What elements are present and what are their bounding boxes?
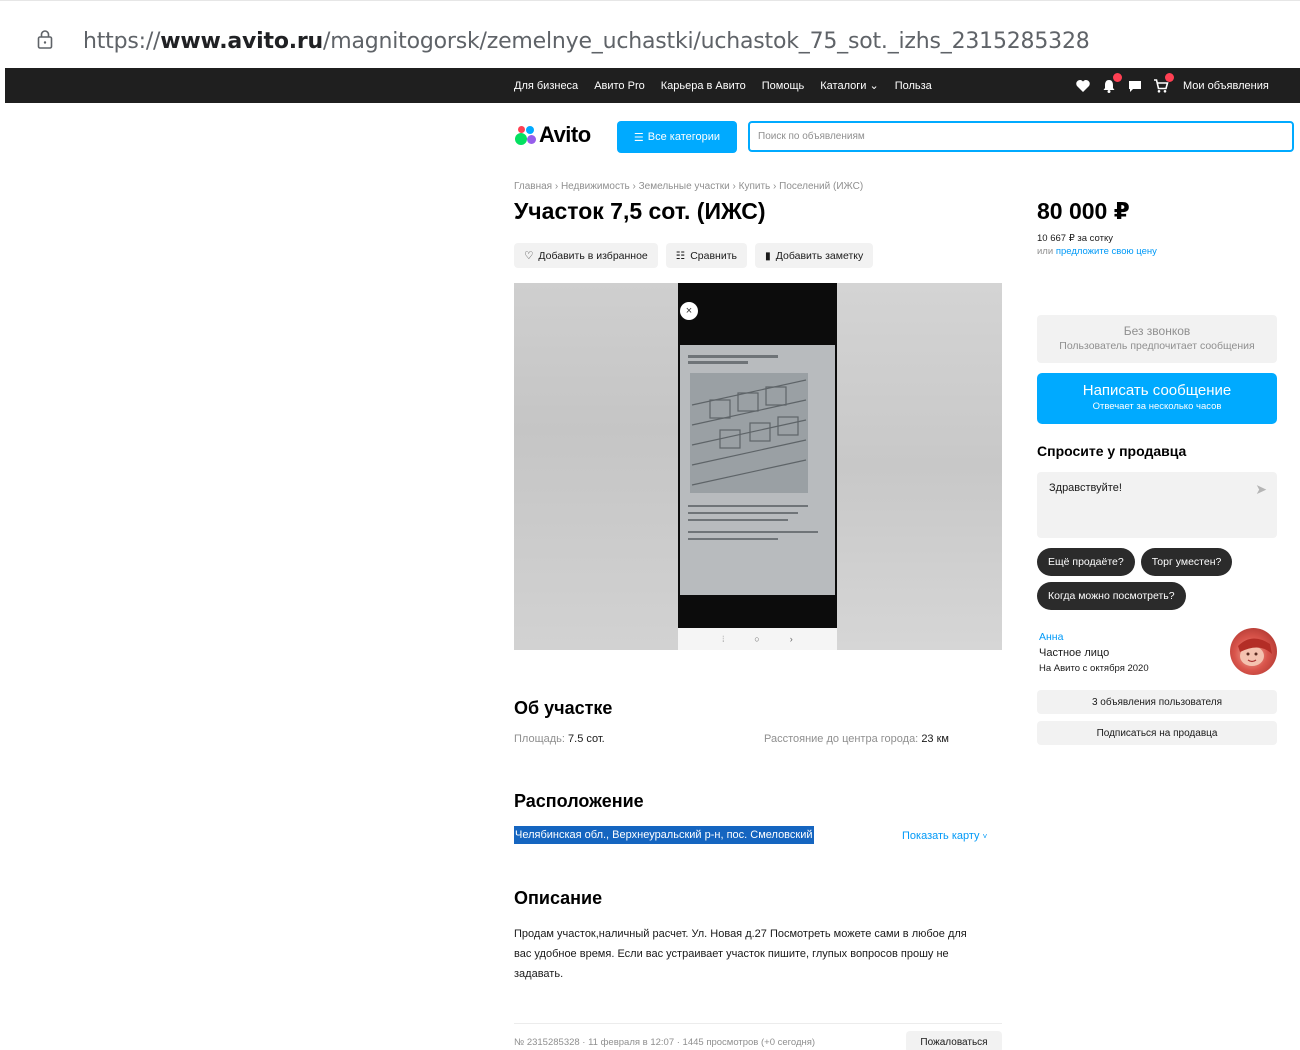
cart-badge — [1165, 72, 1174, 82]
cart-icon[interactable] — [1153, 72, 1174, 94]
avito-logo[interactable]: Avito — [514, 122, 591, 148]
message-input[interactable]: Здравствуйте! ➤ — [1037, 472, 1277, 538]
avatar[interactable] — [1230, 628, 1277, 675]
ask-seller-heading: Спросите у продавца — [1037, 443, 1187, 459]
chevron-down-icon: ⌄ — [869, 80, 879, 92]
recent-apps-icon: ⦙ — [722, 633, 725, 644]
close-icon[interactable]: × — [680, 302, 698, 320]
param-area-label: Площадь: — [514, 733, 565, 745]
compare-button[interactable]: ☷ Сравнить — [665, 243, 747, 268]
my-ads-link[interactable]: Мои объявления — [1183, 80, 1269, 92]
gallery-blur-left — [514, 283, 678, 650]
offer-prefix: или — [1037, 246, 1054, 257]
browser-address-bar: https://www.avito.ru/magnitogorsk/zemeln… — [0, 0, 1300, 68]
avatar-image — [1238, 638, 1272, 666]
location-heading: Расположение — [514, 791, 644, 811]
quick-reply-still-selling[interactable]: Ещё продаёте? — [1037, 548, 1135, 576]
top-nav-benefit[interactable]: Польза — [895, 80, 932, 92]
show-map-label: Показать карту — [902, 830, 980, 842]
page-title: Участок 7,5 сот. (ИЖС) — [514, 198, 766, 224]
about-heading: Об участке — [514, 698, 613, 718]
no-calls-notice: Без звонков Пользователь предпочитает со… — [1037, 315, 1277, 363]
top-nav-links: Для бизнеса Авито Pro Карьера в Авито По… — [514, 68, 932, 103]
quick-replies: Ещё продаёте? Торг уместен? Когда можно … — [1037, 548, 1277, 610]
top-nav-bar: Для бизнеса Авито Pro Карьера в Авито По… — [5, 68, 1300, 103]
note-label: Добавить заметку — [775, 249, 864, 262]
message-text: Здравствуйте! — [1049, 482, 1122, 494]
description-text: Продам участок,наличный расчет. Ул. Нова… — [514, 928, 967, 980]
phone-nav-bar: ⦙ ○ › — [678, 628, 837, 650]
heart-icon[interactable] — [1075, 78, 1091, 94]
address-text: Челябинская обл., Верхнеуральский р-н, п… — [514, 826, 814, 844]
home-circle-icon: ○ — [754, 634, 760, 644]
breadcrumb[interactable]: Главная › Недвижимость › Земельные участ… — [514, 181, 863, 192]
param-distance-value: 23 км — [921, 733, 949, 745]
listing-actions: ♡ Добавить в избранное ☷ Сравнить ▮ Доба… — [514, 243, 874, 268]
search-input[interactable]: Поиск по объявлениям — [748, 121, 1294, 152]
price-per-unit: 10 667 ₽ за сотку — [1037, 233, 1113, 244]
seller-ads-button[interactable]: 3 объявления пользователя — [1037, 690, 1277, 714]
notification-badge — [1113, 72, 1122, 82]
url-field[interactable]: https://www.avito.ru/magnitogorsk/zemeln… — [83, 29, 1090, 54]
top-nav-avito-pro[interactable]: Авито Pro — [594, 80, 645, 92]
compare-icon: ☷ — [675, 249, 686, 262]
chat-icon[interactable] — [1127, 78, 1143, 94]
listing-meta: № 2315285328 · 11 февраля в 12:07 · 1445… — [514, 1037, 816, 1048]
quick-reply-bargain[interactable]: Торг уместен? — [1140, 548, 1233, 576]
param-area-value: 7.5 сот. — [568, 733, 605, 745]
description-heading: Описание — [514, 888, 603, 908]
compare-label: Сравнить — [690, 249, 737, 262]
lock-icon — [37, 30, 53, 49]
note-icon: ▮ — [765, 249, 771, 262]
top-nav-business[interactable]: Для бизнеса — [514, 80, 578, 92]
all-categories-label: Все категории — [647, 131, 721, 143]
heart-outline-icon: ♡ — [524, 249, 534, 262]
no-calls-title: Без звонков — [1123, 324, 1191, 338]
seller-since: На Авито с октября 2020 — [1039, 663, 1149, 674]
favorite-label: Добавить в избранное — [538, 249, 648, 262]
subscribe-seller-button[interactable]: Подписаться на продавца — [1037, 721, 1277, 745]
seller-name-link[interactable]: Анна — [1039, 631, 1063, 643]
bell-icon[interactable] — [1101, 72, 1122, 94]
report-button[interactable]: Пожаловаться — [906, 1031, 1002, 1050]
photo-gallery[interactable]: × ⦙ ○ › — [514, 283, 1002, 650]
top-nav-career[interactable]: Карьера в Авито — [661, 80, 746, 92]
categories-search-icon: ☰ — [633, 131, 644, 144]
logo-text: Avito — [539, 122, 591, 147]
price: 80 000 ₽ — [1037, 198, 1130, 224]
seller-type: Частное лицо — [1039, 647, 1110, 659]
listing-photo[interactable] — [678, 283, 837, 628]
back-icon: › — [789, 634, 793, 644]
write-message-label: Написать сообщение — [1082, 382, 1232, 399]
write-message-sublabel: Отвечает за несколько часов — [1092, 401, 1222, 412]
add-note-button[interactable]: ▮ Добавить заметку — [755, 243, 874, 268]
divider — [514, 1023, 1002, 1024]
param-distance-label: Расстояние до центра города: — [764, 733, 919, 745]
no-calls-subtitle: Пользователь предпочитает сообщения — [1059, 340, 1255, 352]
param-distance: Расстояние до центра города: 23 км — [764, 733, 949, 745]
show-map-link[interactable]: Показать карту ˅ — [902, 830, 987, 842]
write-message-button[interactable]: Написать сообщение Отвечает за несколько… — [1037, 373, 1277, 424]
top-nav-catalogs[interactable]: Каталоги ⌄ — [820, 79, 878, 92]
top-nav-help[interactable]: Помощь — [762, 80, 805, 92]
offer-price-link[interactable]: предложите свою цену — [1056, 246, 1157, 257]
send-icon[interactable]: ➤ — [1255, 481, 1267, 498]
plan-document-image — [680, 345, 835, 595]
gallery-blur-right — [837, 283, 1002, 650]
offer-price: или предложите свою цену — [1037, 246, 1157, 257]
all-categories-button[interactable]: ☰ Все категории — [617, 121, 737, 153]
param-area: Площадь: 7.5 сот. — [514, 733, 605, 745]
top-user-area: Мои объявления — [1075, 68, 1269, 103]
logo-dots-icon — [514, 124, 536, 146]
quick-reply-when-view[interactable]: Когда можно посмотреть? — [1037, 582, 1186, 610]
add-to-favorites-button[interactable]: ♡ Добавить в избранное — [514, 243, 658, 268]
chevron-down-icon: ˅ — [982, 832, 988, 841]
